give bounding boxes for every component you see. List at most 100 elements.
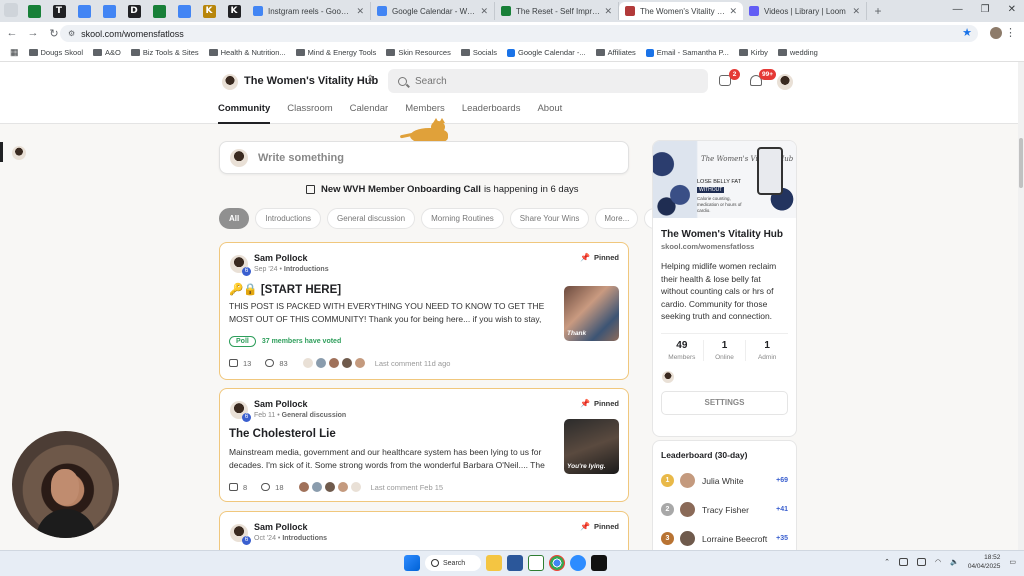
post-thumbnail[interactable]: Thank — [564, 286, 619, 341]
post-thumbnail[interactable]: You're lying. — [564, 419, 619, 474]
leaderboard-row[interactable]: 1 Julia White +69 — [653, 466, 796, 495]
commenter-avatars[interactable] — [301, 357, 367, 369]
browser-tab[interactable]: Google Calendar - Week of Ma ✕ — [371, 2, 495, 20]
bookmark-folder[interactable]: Dougs Skool — [28, 48, 83, 57]
tab-about[interactable]: About — [537, 103, 562, 124]
display-icon[interactable] — [917, 558, 926, 566]
bookmark-link[interactable]: Google Calendar -... — [507, 48, 586, 57]
filter-share-your-wins[interactable]: Share Your Wins — [509, 208, 590, 229]
forward-icon[interactable]: → — [24, 27, 42, 39]
capcut-icon[interactable] — [591, 555, 607, 571]
bookmark-folder[interactable]: Socials — [460, 48, 497, 57]
apps-icon[interactable]: ▦ — [10, 47, 19, 58]
filter-introductions[interactable]: Introductions — [255, 208, 322, 229]
post-card[interactable]: 6 Sam Pollock Oct '24 • Introductions 📌 P… — [219, 511, 629, 550]
author-name[interactable]: Sam Pollock — [254, 522, 308, 532]
write-post-box[interactable]: Write something — [219, 141, 629, 174]
address-bar[interactable]: ⚙ skool.com/womensfatloss ★ — [60, 25, 978, 42]
switch-community-icon[interactable]: ⇕ — [366, 74, 374, 85]
like-icon[interactable] — [229, 359, 238, 367]
post-card[interactable]: 6 Sam Pollock Sep '24 • Introductions 📌 P… — [219, 242, 629, 380]
poll-row[interactable]: Poll 37 members have voted — [229, 336, 341, 347]
stat-members[interactable]: 49 Members — [661, 339, 704, 361]
wifi-icon[interactable]: ◠ — [935, 558, 941, 566]
webcam-overlay[interactable] — [12, 431, 119, 538]
volume-icon[interactable]: 🔈 — [950, 558, 959, 566]
event-title[interactable]: New WVH Member Onboarding Call — [321, 184, 481, 195]
comment-icon[interactable] — [261, 483, 271, 491]
tab-actions-button[interactable] — [4, 3, 18, 17]
post-title[interactable]: The Cholesterol Lie — [229, 428, 336, 440]
taskbar-search[interactable]: Search — [425, 555, 481, 571]
bookmark-folder[interactable]: Mind & Energy Tools — [295, 48, 376, 57]
site-info-icon[interactable]: ⚙ — [68, 29, 75, 38]
notifications-icon[interactable]: ▭ — [1009, 558, 1016, 566]
user-avatar[interactable] — [777, 74, 793, 90]
tab-leaderboards[interactable]: Leaderboards — [462, 103, 521, 124]
word-icon[interactable] — [507, 555, 523, 571]
minimize-icon[interactable]: — — [953, 4, 963, 15]
bookmark-link[interactable]: Email - Samantha P... — [645, 48, 729, 57]
settings-button[interactable]: SETTINGS — [661, 390, 788, 415]
page-scrollbar[interactable] — [1018, 62, 1024, 550]
close-icon[interactable]: ✕ — [852, 6, 860, 17]
pinned-tab[interactable]: K — [222, 2, 246, 20]
tab-classroom[interactable]: Classroom — [287, 103, 332, 124]
pinned-tab[interactable] — [72, 2, 96, 20]
new-tab-button[interactable]: + — [871, 4, 885, 18]
search-bar[interactable] — [388, 69, 708, 93]
windows-start-icon[interactable] — [404, 555, 420, 571]
stat-online[interactable]: 1 Online — [704, 339, 747, 361]
pinned-tab[interactable]: K — [197, 2, 221, 20]
bookmark-folder[interactable]: wedding — [777, 48, 818, 57]
close-icon[interactable]: ✕ — [356, 6, 364, 17]
clock[interactable]: 18:52 04/04/2025 — [968, 553, 1001, 571]
maximize-icon[interactable]: ❐ — [981, 4, 990, 15]
community-url[interactable]: skool.com/womensfatloss — [653, 240, 796, 251]
pinned-tab[interactable]: T — [47, 2, 71, 20]
publisher-icon[interactable] — [528, 555, 544, 571]
browser-tab-active[interactable]: The Women's Vitality Hub ✕ — [619, 2, 743, 20]
leaderboard-row[interactable]: 2 Tracy Fisher +41 — [653, 495, 796, 524]
community-rail-avatar[interactable] — [12, 146, 26, 160]
tray-overflow-icon[interactable]: ⌃ — [884, 558, 890, 566]
pinned-tab[interactable] — [147, 2, 171, 20]
pinned-tab[interactable]: D — [122, 2, 146, 20]
post-category[interactable]: Introductions — [284, 266, 329, 273]
leaderboard-title[interactable]: Leaderboard (30-day) — [653, 441, 796, 460]
file-explorer-icon[interactable] — [486, 555, 502, 571]
bookmark-star-icon[interactable]: ★ — [962, 26, 972, 39]
pinned-tab[interactable] — [97, 2, 121, 20]
pinned-tab[interactable] — [22, 2, 46, 20]
browser-tab[interactable]: The Reset - Self Improvement✕ — [495, 2, 619, 20]
leaderboard-row[interactable]: 3 Lorraine Beecroft +35 — [653, 524, 796, 550]
bookmark-folder[interactable]: A&O — [93, 48, 121, 57]
commenter-avatars[interactable] — [297, 481, 363, 493]
post-card[interactable]: 6 Sam Pollock Feb 11 • General discussio… — [219, 388, 629, 502]
filter-all[interactable]: All — [219, 208, 250, 229]
tab-calendar[interactable]: Calendar — [350, 103, 389, 124]
community-cover-image[interactable]: The Women's Vitality Hub LOSE BELLY FAT … — [653, 141, 796, 218]
profile-avatar[interactable] — [990, 27, 1002, 39]
tab-community[interactable]: Community — [218, 103, 271, 124]
bookmark-folder[interactable]: Kirby — [738, 48, 768, 57]
onedrive-icon[interactable] — [899, 558, 908, 566]
filter-morning-routines[interactable]: Morning Routines — [421, 208, 504, 229]
pinned-tab[interactable] — [172, 2, 196, 20]
admin-avatar[interactable] — [662, 370, 674, 383]
scrollbar-thumb[interactable] — [1019, 138, 1023, 188]
close-window-icon[interactable]: ✕ — [1008, 4, 1016, 15]
filter-general-discussion[interactable]: General discussion — [327, 208, 416, 229]
back-icon[interactable]: ← — [3, 27, 21, 39]
stat-admin[interactable]: 1 Admin — [746, 340, 788, 361]
like-icon[interactable] — [229, 483, 238, 491]
event-banner[interactable]: New WVH Member Onboarding Call is happen… — [306, 184, 578, 195]
close-icon[interactable]: ✕ — [729, 6, 737, 17]
community-name[interactable]: The Women's Vitality Hub — [244, 75, 378, 87]
author-name[interactable]: Sam Pollock — [254, 399, 308, 409]
close-icon[interactable]: ✕ — [604, 6, 612, 17]
post-category[interactable]: General discussion — [282, 412, 347, 419]
search-input[interactable] — [415, 75, 675, 87]
browser-tab[interactable]: Videos | Library | Loom ✕ — [743, 2, 867, 20]
bookmark-folder[interactable]: Skin Resources — [386, 48, 451, 57]
